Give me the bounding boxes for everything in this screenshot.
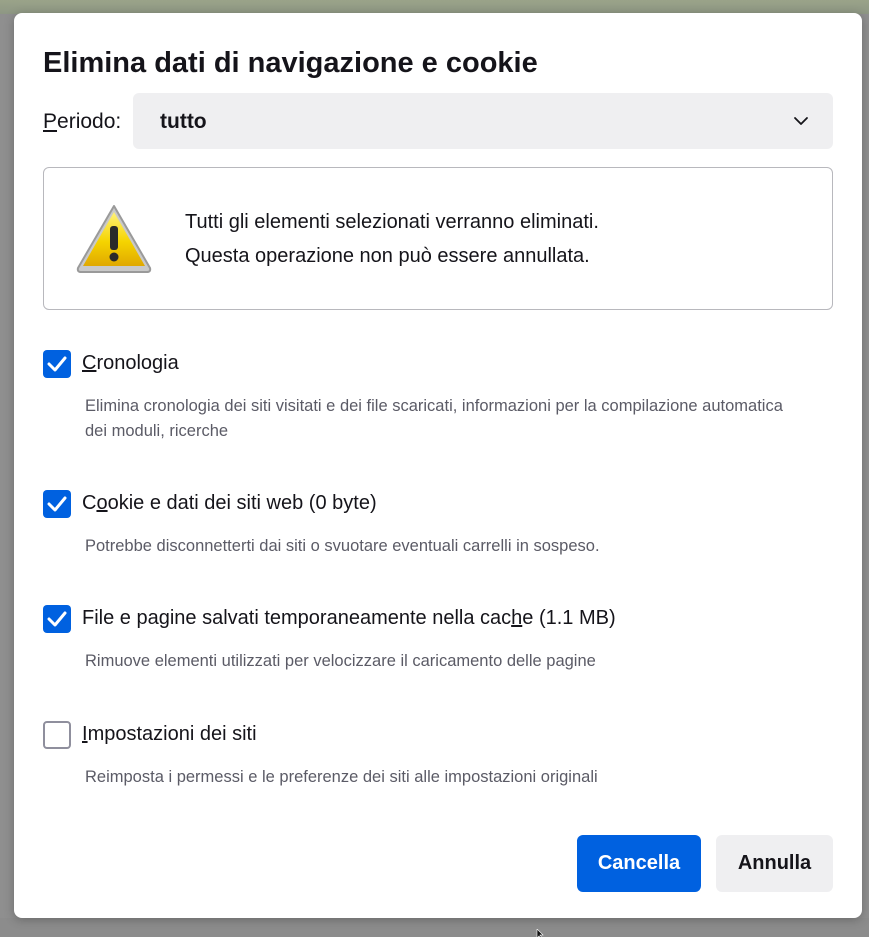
cancel-button[interactable]: Annulla bbox=[716, 835, 833, 892]
background-window-edge bbox=[0, 0, 869, 14]
background-overlay bbox=[0, 918, 869, 937]
dialog-title: Elimina dati di navigazione e cookie bbox=[43, 47, 538, 79]
clear-data-dialog: Elimina dati di navigazione e cookie Per… bbox=[14, 13, 862, 918]
chevron-down-icon bbox=[794, 117, 808, 125]
site-settings-description: Reimposta i permessi e le preferenze dei… bbox=[85, 768, 598, 786]
history-checkbox[interactable] bbox=[43, 350, 71, 378]
mouse-cursor-icon bbox=[536, 929, 544, 937]
cache-description: Rimuove elementi utilizzati per velocizz… bbox=[85, 652, 596, 670]
period-selected-value: tutto bbox=[160, 110, 207, 133]
checkmark-icon bbox=[47, 356, 67, 372]
cache-checkbox[interactable] bbox=[43, 605, 71, 633]
confirm-clear-button[interactable]: Cancella bbox=[577, 835, 701, 892]
period-label: Periodo: bbox=[43, 110, 122, 133]
warning-text-line-2: Questa operazione non può essere annulla… bbox=[185, 245, 590, 267]
cookies-description: Potrebbe disconnetterti dai siti o svuot… bbox=[85, 537, 600, 555]
history-label[interactable]: Cronologia bbox=[82, 352, 179, 375]
site-settings-label[interactable]: Impostazioni dei siti bbox=[82, 723, 257, 746]
warning-text-line-1: Tutti gli elementi selezionati verranno … bbox=[185, 211, 599, 233]
site-settings-checkbox[interactable] bbox=[43, 721, 71, 749]
history-description: Elimina cronologia dei siti visitati e d… bbox=[85, 397, 783, 440]
warning-box: Tutti gli elementi selezionati verranno … bbox=[43, 167, 833, 310]
checkmark-icon bbox=[47, 611, 67, 627]
cookies-label[interactable]: Cookie e dati dei siti web (0 byte) bbox=[82, 492, 377, 515]
cache-label[interactable]: File e pagine salvati temporaneamente ne… bbox=[82, 607, 616, 630]
warning-triangle-icon bbox=[76, 205, 152, 273]
checkmark-icon bbox=[47, 496, 67, 512]
period-select[interactable]: tutto bbox=[133, 93, 833, 149]
cookies-checkbox[interactable] bbox=[43, 490, 71, 518]
